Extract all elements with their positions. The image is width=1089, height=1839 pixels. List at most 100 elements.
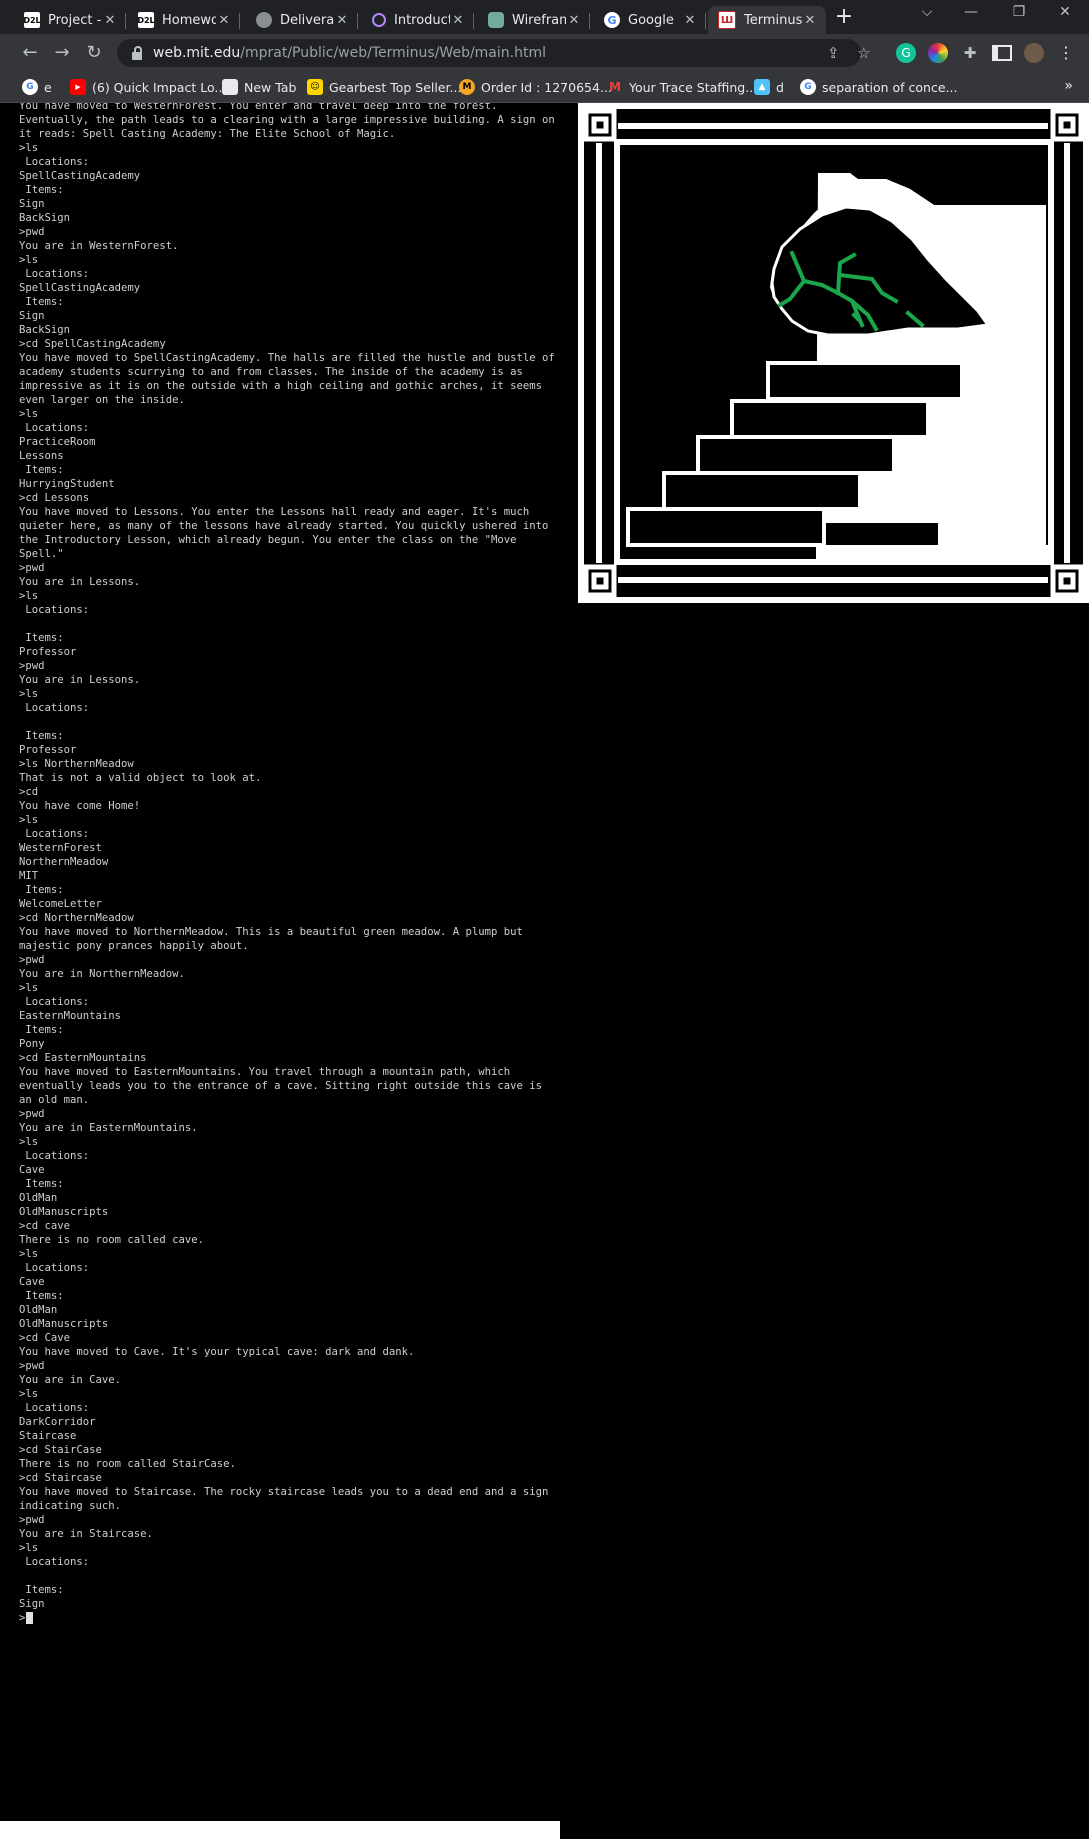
command-line: >cd Lessons bbox=[19, 492, 90, 504]
minimize-icon[interactable]: — bbox=[956, 4, 986, 20]
tab-introduction[interactable]: Introducti ✕ bbox=[362, 6, 474, 34]
command-line: >pwd bbox=[19, 562, 45, 574]
tab-google[interactable]: G Google ✕ bbox=[594, 6, 706, 34]
output-line: Locations: bbox=[19, 1262, 90, 1274]
command-line: >cd cave bbox=[19, 1220, 71, 1232]
output-line: Items: bbox=[19, 884, 64, 896]
command-line: >pwd bbox=[19, 1360, 45, 1372]
openai-icon bbox=[488, 12, 504, 28]
output-line: Locations: bbox=[19, 422, 90, 434]
close-icon[interactable]: ✕ bbox=[566, 13, 582, 28]
command-line: >ls bbox=[19, 408, 39, 420]
close-icon[interactable]: ✕ bbox=[802, 13, 818, 28]
output-line: There is no room called StairCase. bbox=[19, 1458, 236, 1470]
d2l-icon: D2L bbox=[137, 12, 155, 28]
restore-icon[interactable]: ❐ bbox=[1004, 4, 1034, 20]
bookmark-label: (6) Quick Impact Lo... bbox=[92, 79, 227, 95]
tab-label: Terminus bbox=[744, 12, 802, 28]
tab-terminus[interactable]: Ш Terminus ✕ bbox=[708, 6, 826, 34]
output-line: Locations: bbox=[19, 156, 90, 168]
tab-project[interactable]: D2L Project - I ✕ bbox=[14, 6, 126, 34]
bookmark-e[interactable]: G e bbox=[22, 78, 52, 96]
output-line: You are in Cave. bbox=[19, 1374, 122, 1386]
text-cursor bbox=[26, 1612, 34, 1624]
terminal-output[interactable]: You have moved to WesternForest. You ent… bbox=[19, 103, 559, 1625]
bookmarks-overflow-button[interactable]: » bbox=[1064, 78, 1073, 94]
bookmark-separation[interactable]: G separation of conce... bbox=[800, 78, 957, 96]
output-line: Locations: bbox=[19, 702, 90, 714]
d2l-icon: D2L bbox=[23, 12, 41, 28]
output-line: You have come Home! bbox=[19, 800, 141, 812]
color-picker-icon[interactable] bbox=[928, 43, 948, 63]
tab-label: Google bbox=[628, 12, 674, 28]
output-line: Items: bbox=[19, 464, 64, 476]
back-arrow-icon[interactable]: ← bbox=[18, 41, 42, 65]
output-line: Staircase bbox=[19, 1430, 77, 1442]
output-line: Items: bbox=[19, 730, 64, 742]
new-tab-button[interactable]: + bbox=[832, 6, 856, 30]
google-icon: G bbox=[22, 79, 38, 95]
bookmark-label: Gearbest Top Seller... bbox=[329, 79, 462, 95]
output-line: Cave bbox=[19, 1164, 45, 1176]
extensions-icon[interactable]: ✚ bbox=[960, 43, 980, 63]
close-icon[interactable]: ✕ bbox=[334, 13, 350, 28]
window-close-icon[interactable]: ✕ bbox=[1050, 4, 1080, 20]
openai-icon bbox=[372, 13, 386, 27]
output-line: Locations: bbox=[19, 828, 90, 840]
bookmark-d[interactable]: ▲ d bbox=[754, 78, 784, 96]
command-line: >pwd bbox=[19, 954, 45, 966]
staircase-pixel-art bbox=[578, 103, 1089, 603]
input-prompt[interactable]: > bbox=[19, 1611, 559, 1625]
bookmark-gearbest[interactable]: ☺ Gearbest Top Seller... bbox=[307, 78, 461, 96]
horizontal-scrollbar[interactable] bbox=[0, 1821, 560, 1839]
bookmark-new-tab[interactable]: New Tab bbox=[222, 78, 296, 96]
tab-label: Wirefram bbox=[512, 12, 566, 28]
star-icon[interactable]: ☆ bbox=[857, 44, 870, 62]
google-icon: G bbox=[604, 12, 620, 28]
browser-toolbar: ← → ↻ web.mit.edu/mprat/Public/web/Termi… bbox=[0, 34, 1089, 72]
output-line: You have moved to SpellCastingAcademy. T… bbox=[19, 352, 562, 406]
command-line: >cd bbox=[19, 786, 39, 798]
bookmark-label: d bbox=[776, 79, 784, 95]
tab-strip: D2L Project - I ✕ D2L Homewo ✕ Deliverab… bbox=[0, 0, 1089, 34]
grammarly-icon[interactable]: G bbox=[896, 43, 916, 63]
output-line: Locations: bbox=[19, 1150, 90, 1162]
forward-arrow-icon[interactable]: → bbox=[50, 41, 74, 65]
tab-wireframe[interactable]: Wirefram ✕ bbox=[478, 6, 590, 34]
close-icon[interactable]: ✕ bbox=[102, 13, 118, 28]
output-line: SpellCastingAcademy bbox=[19, 170, 141, 182]
tab-separator bbox=[357, 13, 358, 29]
chevron-down-icon[interactable]: ⌵ bbox=[912, 4, 942, 20]
tab-label: Project - I bbox=[48, 12, 102, 28]
tab-deliverables[interactable]: Deliverab ✕ bbox=[246, 6, 358, 34]
close-icon[interactable]: ✕ bbox=[216, 13, 232, 28]
tab-homework[interactable]: D2L Homewo ✕ bbox=[128, 6, 240, 34]
profile-avatar[interactable] bbox=[1024, 43, 1044, 63]
output-line: Items: bbox=[19, 184, 64, 196]
bookmark-quick-impact[interactable]: ▶ (6) Quick Impact Lo... bbox=[70, 78, 226, 96]
kebab-menu-icon[interactable]: ⋮ bbox=[1056, 43, 1076, 63]
output-line: Locations: bbox=[19, 1402, 90, 1414]
output-line: PracticeRoom bbox=[19, 436, 96, 448]
close-icon[interactable]: ✕ bbox=[450, 13, 466, 28]
bookmark-label: New Tab bbox=[244, 79, 297, 95]
command-line: >ls bbox=[19, 1388, 39, 1400]
side-panel-icon[interactable] bbox=[992, 43, 1012, 63]
share-icon[interactable]: ⇪ bbox=[827, 44, 840, 62]
command-line: >ls bbox=[19, 254, 39, 266]
reload-icon[interactable]: ↻ bbox=[82, 41, 106, 65]
command-line: >pwd bbox=[19, 1108, 45, 1120]
bookmark-trace-staffing[interactable]: M Your Trace Staffing... bbox=[607, 78, 757, 96]
output-line: HurryingStudent bbox=[19, 478, 115, 490]
output-line: WesternForest bbox=[19, 842, 102, 854]
tab-separator bbox=[239, 13, 240, 29]
bookmark-order[interactable]: M Order Id : 1270654... bbox=[459, 78, 612, 96]
command-line: >ls bbox=[19, 142, 39, 154]
close-icon[interactable]: ✕ bbox=[682, 13, 698, 28]
output-line: You are in NorthernMeadow. bbox=[19, 968, 185, 980]
command-line: >cd SpellCastingAcademy bbox=[19, 338, 166, 350]
output-line: There is no room called cave. bbox=[19, 1234, 204, 1246]
output-line: You have moved to Cave. It's your typica… bbox=[19, 1346, 415, 1358]
address-bar[interactable]: web.mit.edu/mprat/Public/web/Terminus/We… bbox=[117, 39, 870, 67]
output-line: WelcomeLetter bbox=[19, 898, 102, 910]
